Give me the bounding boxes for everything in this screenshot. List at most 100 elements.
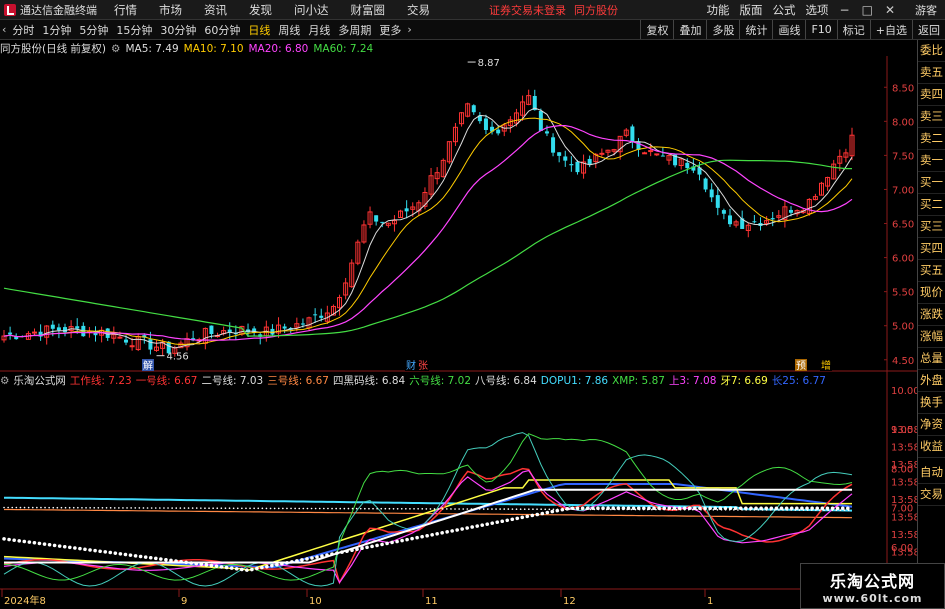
candle-body — [587, 158, 592, 164]
legend-line-4: 四黑码线: 6.84 — [332, 375, 406, 387]
quote-panel-item[interactable]: 换手 — [918, 392, 945, 414]
quote-panel-item[interactable]: 自动 — [918, 462, 945, 484]
event-tag-finance: 财 — [406, 359, 416, 372]
price-tick-label: 6.00 — [892, 254, 914, 265]
candle-body — [788, 209, 793, 213]
watermark: 乐淘公式网 www.60lt.com — [800, 563, 945, 609]
candle-body — [721, 210, 726, 214]
legend-up3: 上3: 7.08 — [668, 375, 717, 387]
candle-body — [575, 161, 580, 173]
legend-ma20: MA20: 6.80 — [248, 42, 309, 55]
candle-body — [752, 221, 757, 223]
quote-panel-item[interactable]: 外盘 — [918, 370, 945, 392]
legend-line-work: 工作线: 7.23 — [69, 375, 132, 387]
candle-body — [471, 105, 476, 113]
time-tick-label: 13:58 — [891, 443, 917, 454]
quote-panel-item[interactable]: 买一 — [918, 172, 945, 194]
price-tick-label: 5.50 — [892, 288, 914, 299]
candle-body — [404, 208, 409, 212]
indicator-line3 — [4, 508, 853, 519]
date-tick-label: 11 — [425, 596, 438, 607]
time-tick-label: 13:58 — [891, 425, 917, 436]
quote-panel-item[interactable]: 涨幅 — [918, 326, 945, 348]
candle-body — [483, 118, 488, 130]
indicator-line2 — [4, 488, 852, 564]
candle-body — [50, 324, 55, 329]
price-tick-label: 5.00 — [892, 322, 914, 333]
legend-line-8: 八号线: 6.84 — [475, 375, 537, 387]
date-tick-label: 2024年8 — [4, 594, 46, 607]
settings-icon[interactable]: ⚙ — [111, 43, 120, 55]
candle-body — [654, 153, 660, 156]
quote-panel-item[interactable]: 卖五 — [918, 62, 945, 84]
quote-panel-item[interactable]: 涨跌 — [918, 304, 945, 326]
candle-body — [685, 162, 690, 169]
candle-body — [563, 156, 568, 161]
high-label: 8.87 — [478, 58, 500, 69]
candle-body — [544, 131, 549, 134]
candle-body — [557, 152, 562, 156]
quote-panel-item[interactable]: 买三 — [918, 216, 945, 238]
candle-body — [117, 336, 123, 339]
event-tag-forecast: 预 — [796, 360, 806, 372]
candle-body — [642, 152, 648, 155]
legend-ya7: 牙7: 6.69 — [720, 375, 768, 387]
main-legend-title: 同方股份(日线 前复权) — [0, 43, 107, 55]
candle-body — [282, 326, 287, 329]
price-tick-label: 6.50 — [892, 220, 914, 231]
date-tick-label: 10 — [309, 596, 322, 607]
quote-panel-item[interactable]: 收益 — [918, 436, 945, 458]
candle-body — [148, 339, 153, 350]
candle-body — [75, 326, 80, 329]
event-tag-unlock: 解 — [143, 359, 153, 372]
indicator-tick-label: 10.00 — [891, 386, 917, 397]
quote-panel-item[interactable]: 委比 — [918, 40, 945, 62]
price-tick-label: 7.00 — [892, 185, 914, 196]
chart-canvas[interactable]: 8.50 8.00 7.50 7.00 6.50 6.00 5.50 5.00 4.50 10.0… — [0, 0, 917, 609]
candle-body — [703, 178, 708, 190]
candle-body — [209, 325, 214, 335]
quote-panel-item[interactable]: 卖一 — [918, 150, 945, 172]
legend-line-3: 三号线: 6.67 — [267, 375, 329, 387]
candle-body — [374, 215, 379, 222]
legend-c25: 长25: 6.77 — [771, 375, 826, 387]
indicator-settings-icon[interactable]: ⚙ — [0, 375, 9, 387]
legend-dopu1: DOPU1: 7.86 — [540, 374, 609, 387]
candle-body — [496, 129, 501, 134]
quote-panel-item[interactable]: 卖三 — [918, 106, 945, 128]
time-tick-label: 13:58 — [891, 513, 917, 524]
quote-panel-item[interactable]: 买二 — [918, 194, 945, 216]
event-tag-increase: 增 — [821, 359, 831, 372]
price-tick-label: 7.50 — [892, 151, 914, 162]
candle-body — [630, 126, 635, 143]
ma5-line — [3, 107, 853, 349]
low-label: 4.56 — [167, 352, 189, 363]
date-tick-label: 12 — [563, 596, 576, 607]
candle-body — [124, 339, 129, 343]
date-tick-label: 9 — [181, 596, 187, 607]
candle-body — [599, 152, 605, 155]
legend-ma60: MA60: 7.24 — [313, 42, 374, 55]
legend-ma10: MA10: 7.10 — [183, 42, 244, 55]
quote-panel-item[interactable]: 交易 — [918, 484, 945, 506]
quote-panel-item[interactable]: 现价 — [918, 282, 945, 304]
time-tick-label: 13:58 — [891, 495, 917, 506]
quote-panel-item[interactable]: 买五 — [918, 260, 945, 282]
candle-body — [648, 150, 654, 153]
quote-panel-item[interactable]: 总量 — [918, 348, 945, 370]
price-tick-label: 4.50 — [892, 356, 914, 367]
quote-panel-item[interactable]: 卖二 — [918, 128, 945, 150]
date-tick-label: 1 — [707, 596, 713, 607]
candle-body — [129, 345, 135, 348]
indicator-legend-title: 乐淘公式网 — [13, 375, 66, 387]
ma20-line — [3, 125, 853, 342]
candle-body — [715, 195, 720, 208]
quote-panel-item[interactable]: 卖四 — [918, 84, 945, 106]
quote-panel-item[interactable]: 买四 — [918, 238, 945, 260]
candle-body — [727, 215, 732, 225]
quote-panel-item[interactable]: 净资 — [918, 414, 945, 436]
legend-line-1: 一号线: 6.67 — [135, 375, 198, 387]
main-legend: 同方股份(日线 前复权) ⚙ MA5: 7.49 MA10: 7.10 MA20… — [0, 41, 378, 56]
candle-body — [63, 327, 68, 333]
candle-body — [660, 155, 665, 157]
